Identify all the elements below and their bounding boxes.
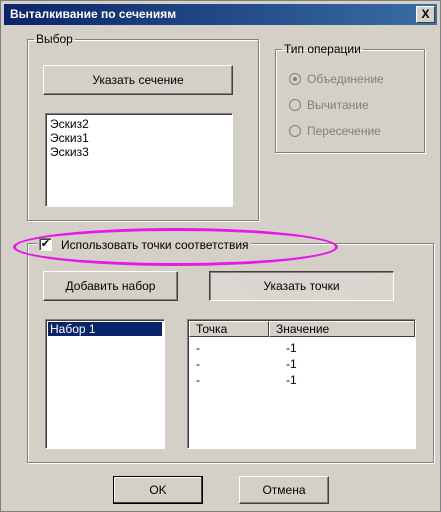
radio-icon [289,124,301,137]
radio-union-label: Объединение [307,72,384,86]
radio-icon [289,98,301,111]
list-item[interactable]: Эскиз3 [50,146,89,159]
table-cell[interactable]: - [196,374,200,387]
title-bar[interactable]: Выталкивание по сечениям X [4,4,437,25]
specify-points-button[interactable]: Указать точки [209,271,394,301]
close-button[interactable]: X [416,6,435,23]
specify-section-button[interactable]: Указать сечение [43,65,233,95]
table-cell[interactable]: -1 [286,342,297,355]
add-set-button[interactable]: Добавить набор [43,271,178,301]
operation-type-legend: Тип операции [284,42,361,56]
column-header-point[interactable]: Точка [189,321,269,337]
table-cell[interactable]: -1 [286,374,297,387]
radio-selected-icon [289,72,301,85]
radio-union[interactable]: Объединение [289,73,384,86]
list-item[interactable]: Эскиз1 [50,132,89,145]
use-match-points-checkbox-row[interactable]: ✔ Использовать точки соответствия [37,238,251,252]
sets-list[interactable]: Набор 1 [45,319,165,449]
table-cell[interactable]: - [196,358,200,371]
table-cell[interactable]: - [196,342,200,355]
window-title: Выталкивание по сечениям [10,7,177,21]
ok-button[interactable]: OK [113,476,203,504]
close-icon: X [421,7,430,21]
radio-subtract-label: Вычитание [307,98,369,112]
list-item[interactable]: Эскиз2 [50,118,89,131]
column-header-value[interactable]: Значение [269,321,415,337]
radio-intersect-label: Пересечение [307,124,381,138]
sketch-list[interactable]: Эскиз2 Эскиз1 Эскиз3 [45,113,233,207]
radio-intersect[interactable]: Пересечение [289,125,381,138]
table-cell[interactable]: -1 [286,358,297,371]
dialog-window: Выталкивание по сечениям X Выбор Указать… [0,0,441,512]
use-match-points-label: Использовать точки соответствия [61,238,249,252]
points-table[interactable]: Точка Значение - -1 - -1 - -1 [187,319,416,449]
cancel-button[interactable]: Отмена [239,476,329,504]
set-label: Набор 1 [50,322,96,336]
selection-group-legend: Выбор [36,32,73,46]
radio-subtract[interactable]: Вычитание [289,99,369,112]
checkbox-checked-icon[interactable]: ✔ [39,238,52,251]
